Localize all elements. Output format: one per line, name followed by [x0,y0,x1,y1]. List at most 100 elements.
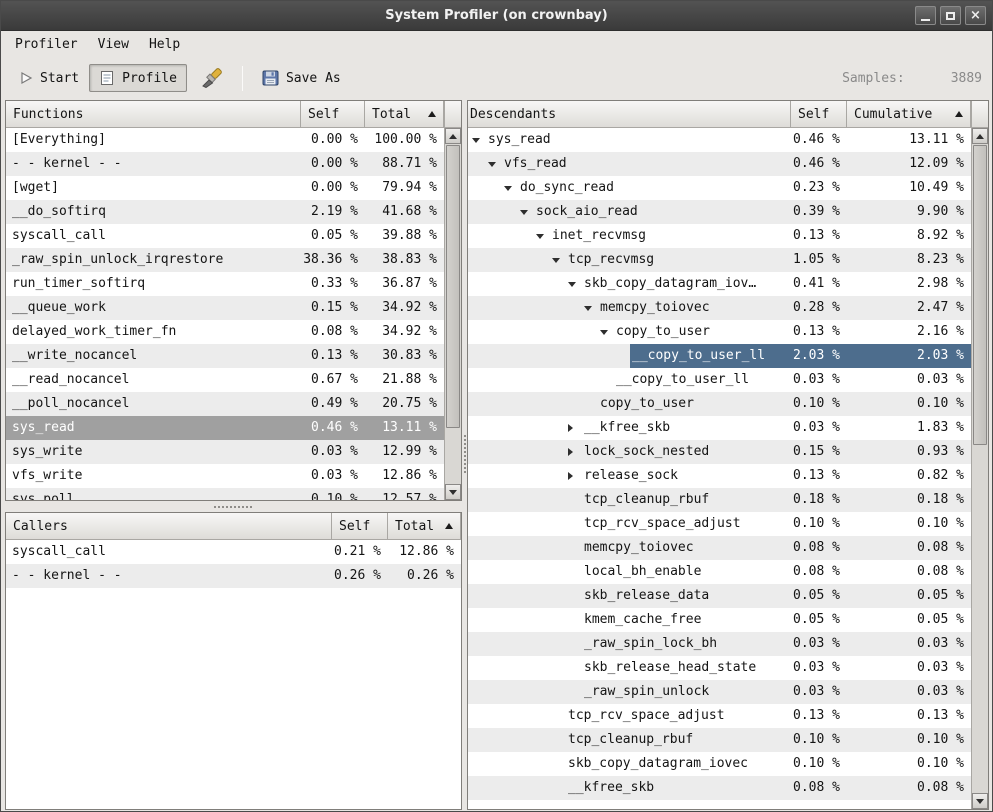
function-row[interactable]: delayed_work_timer_fn0.08 %34.92 % [6,320,444,344]
descendant-row[interactable]: __kfree_skb0.08 %0.08 % [468,776,971,800]
descendant-row[interactable]: kmem_cache_free0.05 %0.05 % [468,608,971,632]
tree-expander-icon[interactable] [536,224,550,248]
menu-profiler[interactable]: Profiler [5,33,88,56]
descendant-row[interactable]: memcpy_toiovec0.28 %2.47 % [468,296,971,320]
scrollbar-thumb[interactable] [446,145,460,428]
self-percent: 0.18 % [791,488,847,512]
descendant-row[interactable]: vfs_read0.46 %12.09 % [468,152,971,176]
descendants-vertical-scrollbar[interactable] [971,128,988,809]
self-percent: 0.10 % [791,752,847,776]
descendant-row[interactable]: __copy_to_user_ll2.03 %2.03 % [468,344,971,368]
reset-button[interactable] [191,62,233,94]
descendant-row[interactable]: __kfree_skb0.03 %1.83 % [468,416,971,440]
horizontal-pane-splitter[interactable] [2,501,463,512]
profile-toggle-button[interactable]: Profile [89,64,187,92]
tree-expander-icon[interactable] [568,416,582,440]
function-row[interactable]: [Everything]0.00 %100.00 % [6,128,444,152]
descendant-row[interactable]: _raw_spin_lock_bh0.03 %0.03 % [468,632,971,656]
symbol-name: _raw_spin_unlock [582,680,791,704]
function-row[interactable]: sys_write0.03 %12.99 % [6,440,444,464]
function-row[interactable]: __read_nocancel0.67 %21.88 % [6,368,444,392]
symbol-name: skb_copy_datagram_iov… [582,272,791,296]
descendant-row[interactable]: inet_recvmsg0.13 %8.92 % [468,224,971,248]
descendant-row[interactable]: __copy_to_user_ll0.03 %0.03 % [468,368,971,392]
function-row[interactable]: vfs_write0.03 %12.86 % [6,464,444,488]
descendant-row[interactable]: tcp_rcv_space_adjust0.13 %0.13 % [468,704,971,728]
column-header-descendants[interactable]: Descendants [468,101,791,128]
save-as-button[interactable]: Save As [252,64,351,92]
column-header-self[interactable]: Self [301,101,365,128]
descendant-row[interactable]: tcp_rcv_space_adjust0.10 %0.10 % [468,512,971,536]
descendant-row[interactable]: tcp_cleanup_rbuf0.10 %0.10 % [468,728,971,752]
descendant-row[interactable]: lock_sock_nested0.15 %0.93 % [468,440,971,464]
tree-expander-icon[interactable] [568,464,582,488]
tree-expander-icon[interactable] [472,128,486,152]
column-header-callers[interactable]: Callers [6,513,332,540]
scrollbar-thumb[interactable] [973,145,987,445]
column-header-total[interactable]: Total [388,513,461,540]
self-percent: 0.33 % [301,272,365,296]
function-row[interactable]: __poll_nocancel0.49 %20.75 % [6,392,444,416]
scroll-up-button[interactable] [972,128,988,144]
column-header-total[interactable]: Total [365,101,444,128]
column-header-cumulative[interactable]: Cumulative [847,101,971,128]
tree-indent [468,344,616,368]
descendant-row[interactable]: skb_release_data0.05 %0.05 % [468,584,971,608]
tree-expander-icon[interactable] [568,272,582,296]
column-header-self[interactable]: Self [332,513,388,540]
function-row[interactable]: __queue_work0.15 %34.92 % [6,296,444,320]
cumulative-percent: 0.08 % [847,776,971,800]
function-row[interactable]: sys_read0.46 %13.11 % [6,416,444,440]
function-row[interactable]: sys_poll0.10 %12.57 % [6,488,444,500]
function-row[interactable]: [wget]0.00 %79.94 % [6,176,444,200]
menu-help[interactable]: Help [139,33,190,56]
column-header-functions[interactable]: Functions [6,101,301,128]
tree-expander-icon[interactable] [584,296,598,320]
descendant-row[interactable]: skb_copy_datagram_iov…0.41 %2.98 % [468,272,971,296]
self-percent: 2.03 % [791,344,847,368]
arrow-up-icon [449,134,457,139]
function-row[interactable]: __do_softirq2.19 %41.68 % [6,200,444,224]
descendant-row[interactable]: tcp_cleanup_rbuf0.18 %0.18 % [468,488,971,512]
descendant-row[interactable]: memcpy_toiovec0.08 %0.08 % [468,536,971,560]
menu-view[interactable]: View [88,33,139,56]
minimize-button[interactable] [915,6,936,25]
close-button[interactable]: × [965,6,986,25]
descendant-row[interactable]: copy_to_user0.13 %2.16 % [468,320,971,344]
maximize-button[interactable] [940,6,961,25]
scroll-up-button[interactable] [445,128,461,144]
tree-expander-icon[interactable] [552,248,566,272]
caller-row[interactable]: syscall_call0.21 %12.86 % [6,540,461,564]
function-row[interactable]: syscall_call0.05 %39.88 % [6,224,444,248]
descendant-row[interactable]: local_bh_enable0.08 %0.08 % [468,560,971,584]
start-button[interactable]: Start [9,65,89,92]
symbol-name: skb_copy_datagram_iovec [566,752,791,776]
column-header-self[interactable]: Self [791,101,847,128]
function-row[interactable]: __write_nocancel0.13 %30.83 % [6,344,444,368]
descendant-row[interactable]: release_sock0.13 %0.82 % [468,464,971,488]
scroll-down-button[interactable] [445,484,461,500]
tree-expander-icon[interactable] [520,200,534,224]
descendant-row[interactable]: do_sync_read0.23 %10.49 % [468,176,971,200]
descendant-row[interactable]: _raw_spin_unlock0.03 %0.03 % [468,680,971,704]
caller-row[interactable]: - - kernel - -0.26 %0.26 % [6,564,461,588]
descendant-row[interactable]: tcp_recvmsg1.05 %8.23 % [468,248,971,272]
functions-vertical-scrollbar[interactable] [444,128,461,500]
function-row[interactable]: run_timer_softirq0.33 %36.87 % [6,272,444,296]
column-header-label: Callers [13,519,68,534]
tree-expander-icon[interactable] [600,320,614,344]
symbol-name: __queue_work [6,296,301,320]
descendant-row[interactable]: skb_release_head_state0.03 %0.03 % [468,656,971,680]
tree-expander-icon[interactable] [488,152,502,176]
window-controls: × [915,6,986,25]
descendant-row[interactable]: sys_read0.46 %13.11 % [468,128,971,152]
titlebar[interactable]: System Profiler (on crownbay) × [1,1,992,31]
tree-expander-icon[interactable] [568,440,582,464]
tree-expander-icon[interactable] [504,176,518,200]
function-row[interactable]: _raw_spin_unlock_irqrestore38.36 %38.83 … [6,248,444,272]
descendant-row[interactable]: sock_aio_read0.39 %9.90 % [468,200,971,224]
descendant-row[interactable]: copy_to_user0.10 %0.10 % [468,392,971,416]
descendant-row[interactable]: skb_copy_datagram_iovec0.10 %0.10 % [468,752,971,776]
scroll-down-button[interactable] [972,793,988,809]
function-row[interactable]: - - kernel - -0.00 %88.71 % [6,152,444,176]
